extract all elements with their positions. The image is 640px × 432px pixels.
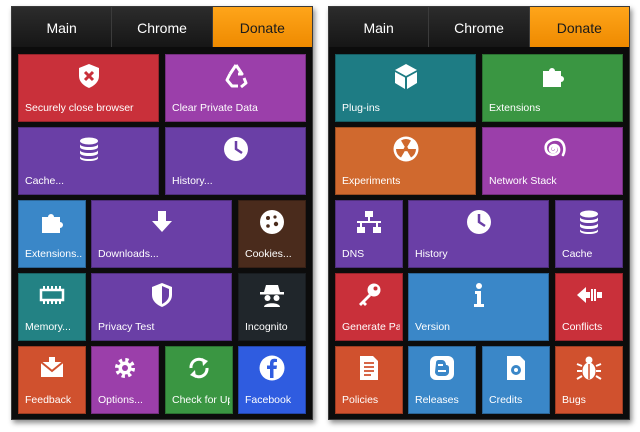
memory-chip-icon bbox=[38, 281, 66, 309]
radiation-icon bbox=[392, 135, 420, 163]
policies-tile[interactable]: Policies bbox=[335, 346, 403, 414]
tile-label: Incognito bbox=[245, 321, 288, 333]
tile-label: Options... bbox=[98, 394, 143, 406]
incognito-tile[interactable]: Incognito bbox=[238, 273, 306, 341]
tile-label: Experiments bbox=[342, 175, 401, 187]
network-icon bbox=[355, 208, 383, 236]
tile-label: Cookies... bbox=[245, 248, 292, 260]
download-arrow-icon bbox=[148, 208, 176, 236]
facebook-tile[interactable]: Facebook bbox=[238, 346, 306, 414]
tile-label: Generate Password bbox=[342, 321, 400, 333]
facebook-icon bbox=[258, 354, 286, 382]
downloads-tile[interactable]: Downloads... bbox=[91, 200, 232, 268]
clear-private-data-tile[interactable]: Clear Private Data bbox=[165, 54, 306, 122]
clock-icon bbox=[465, 208, 493, 236]
extensions-tile[interactable]: Extensions bbox=[482, 54, 623, 122]
spiral-icon bbox=[539, 135, 567, 163]
tile-label: Version bbox=[415, 321, 451, 333]
envelope-icon bbox=[38, 354, 66, 382]
conflict-arrows-icon bbox=[575, 281, 603, 309]
memory-tile[interactable]: Memory... bbox=[18, 273, 86, 341]
tile-label: Plug-ins bbox=[342, 102, 380, 114]
tile-label: Policies bbox=[342, 394, 379, 406]
network-stack-tile[interactable]: Network Stack bbox=[482, 127, 623, 195]
info-icon bbox=[465, 281, 493, 309]
tile-label: Facebook bbox=[245, 394, 292, 406]
tile-label: Extensions bbox=[489, 102, 541, 114]
spy-icon bbox=[258, 281, 286, 309]
cookies-tile[interactable]: Cookies... bbox=[238, 200, 306, 268]
tab-chrome[interactable]: Chrome bbox=[429, 7, 530, 47]
tile-label: Conflicts bbox=[562, 321, 603, 333]
tile-label: DNS bbox=[342, 248, 365, 260]
dns-tile[interactable]: DNS bbox=[335, 200, 403, 268]
tile-label: History bbox=[415, 248, 448, 260]
check-for-updates-tile[interactable]: Check for Updates bbox=[165, 346, 233, 414]
plug-ins-tile[interactable]: Plug-ins bbox=[335, 54, 476, 122]
shield-icon bbox=[148, 281, 176, 309]
database-icon bbox=[575, 208, 603, 236]
cookie-icon bbox=[258, 208, 286, 236]
tile-label: Bugs bbox=[562, 394, 586, 406]
tile-label: Feedback bbox=[25, 394, 72, 406]
gear-icon bbox=[111, 354, 139, 382]
tile-label: Privacy Test bbox=[98, 321, 155, 333]
tab-main[interactable]: Main bbox=[329, 7, 430, 47]
tile-label: Check for Updates bbox=[172, 394, 230, 406]
generate-password-tile[interactable]: Generate Password bbox=[335, 273, 403, 341]
extensions-tile[interactable]: Extensions... bbox=[18, 200, 86, 268]
tab-donate[interactable]: Donate bbox=[212, 7, 312, 47]
blogger-icon bbox=[428, 354, 456, 382]
key-icon bbox=[355, 281, 383, 309]
bug-icon bbox=[575, 354, 603, 382]
cache-tile[interactable]: Cache bbox=[555, 200, 623, 268]
tile-label: Cache... bbox=[25, 175, 65, 187]
credits-tile[interactable]: Credits bbox=[482, 346, 550, 414]
tab-main[interactable]: Main bbox=[12, 7, 113, 47]
tile-label: Securely close browser bbox=[25, 102, 134, 114]
tile-label: Clear Private Data bbox=[172, 102, 258, 114]
securely-close-browser-tile[interactable]: Securely close browser bbox=[18, 54, 159, 122]
conflicts-tile[interactable]: Conflicts bbox=[555, 273, 623, 341]
bugs-tile[interactable]: Bugs bbox=[555, 346, 623, 414]
feedback-tile[interactable]: Feedback bbox=[18, 346, 86, 414]
document-icon bbox=[355, 354, 383, 382]
cube-icon bbox=[392, 62, 420, 90]
tab-donate[interactable]: Donate bbox=[529, 7, 629, 47]
releases-tile[interactable]: Releases bbox=[408, 346, 476, 414]
experiments-tile[interactable]: Experiments bbox=[335, 127, 476, 195]
history-tile[interactable]: History... bbox=[165, 127, 306, 195]
database-icon bbox=[75, 135, 103, 163]
recycle-icon bbox=[222, 62, 250, 90]
cache-tile[interactable]: Cache... bbox=[18, 127, 159, 195]
version-tile[interactable]: Version bbox=[408, 273, 549, 341]
tile-label: Network Stack bbox=[489, 175, 557, 187]
tile-label: History... bbox=[172, 175, 213, 187]
puzzle-icon bbox=[539, 62, 567, 90]
tab-bar: Main Chrome Donate bbox=[329, 7, 629, 47]
tile-label: Releases bbox=[415, 394, 459, 406]
refresh-icon bbox=[185, 354, 213, 382]
options-tile[interactable]: Options... bbox=[91, 346, 159, 414]
puzzle-icon bbox=[38, 208, 66, 236]
tile-label: Memory... bbox=[25, 321, 71, 333]
tile-label: Cache bbox=[562, 248, 593, 260]
tile-label: Credits bbox=[489, 394, 523, 406]
right-panel: Main Chrome Donate Plug-ins Extensions E… bbox=[328, 6, 630, 420]
privacy-test-tile[interactable]: Privacy Test bbox=[91, 273, 232, 341]
clock-icon bbox=[222, 135, 250, 163]
tab-bar: Main Chrome Donate bbox=[12, 7, 312, 47]
tab-chrome[interactable]: Chrome bbox=[112, 7, 213, 47]
tile-label: Downloads... bbox=[98, 248, 159, 260]
tile-label: Extensions... bbox=[25, 248, 83, 260]
left-panel: Main Chrome Donate Securely close browse… bbox=[11, 6, 313, 420]
chrome-doc-icon bbox=[502, 354, 530, 382]
history-tile[interactable]: History bbox=[408, 200, 549, 268]
shield-x-icon bbox=[75, 62, 103, 90]
